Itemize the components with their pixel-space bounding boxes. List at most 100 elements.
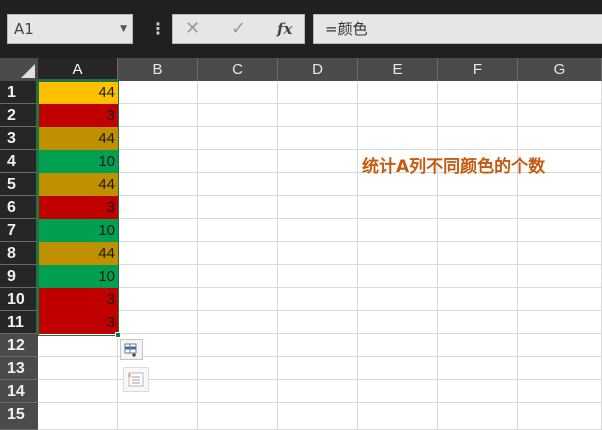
cell-a1[interactable]: 44 [38,81,118,104]
chevron-down-icon[interactable]: ▼ [120,15,127,43]
cell[interactable] [358,127,438,150]
cell[interactable] [518,127,602,150]
cell[interactable] [118,81,198,104]
quick-analysis-icon[interactable] [120,339,143,360]
cell[interactable] [118,150,198,173]
cell-a5[interactable]: 44 [38,173,118,196]
cancel-icon[interactable]: ✕ [185,15,200,43]
cell[interactable] [518,311,602,334]
cell[interactable] [118,288,198,311]
cell[interactable] [438,357,518,380]
cell[interactable] [198,288,278,311]
cell[interactable] [438,311,518,334]
cell[interactable] [118,196,198,219]
cell[interactable] [438,127,518,150]
cell-a6[interactable]: 3 [38,196,118,219]
cell[interactable] [278,150,358,173]
cell[interactable] [278,288,358,311]
cell[interactable] [358,357,438,380]
cell[interactable] [438,265,518,288]
select-all-button[interactable] [0,58,38,81]
cell[interactable] [198,357,278,380]
cell[interactable] [278,265,358,288]
row-header[interactable]: 12 [0,334,38,357]
cell[interactable] [278,196,358,219]
cell[interactable] [118,265,198,288]
cell[interactable] [278,81,358,104]
cell[interactable] [518,81,602,104]
cell[interactable] [358,288,438,311]
cell-a4[interactable]: 10 [38,150,118,173]
cell[interactable] [438,288,518,311]
row-header[interactable]: 1 [0,81,38,104]
insert-function-icon[interactable]: fx [277,15,292,43]
paste-options-icon[interactable] [123,367,149,392]
cell-a3[interactable]: 44 [38,127,118,150]
cell[interactable] [278,357,358,380]
cell[interactable] [518,219,602,242]
column-header-c[interactable]: C [198,58,278,81]
cell[interactable] [358,219,438,242]
cell[interactable] [198,242,278,265]
row-header[interactable]: 2 [0,104,38,127]
column-header-a[interactable]: A [38,58,118,81]
cell-a2[interactable]: 3 [38,104,118,127]
cell-a7[interactable]: 10 [38,219,118,242]
cell[interactable] [358,242,438,265]
row-header[interactable]: 6 [0,196,38,219]
cell[interactable] [518,380,602,403]
row-header[interactable]: 5 [0,173,38,196]
cell-a11[interactable]: 3 [38,311,118,334]
cell[interactable] [518,357,602,380]
cell[interactable] [438,196,518,219]
cell[interactable] [198,104,278,127]
cell[interactable] [518,196,602,219]
cell[interactable] [358,311,438,334]
cell[interactable] [278,127,358,150]
cell-a14[interactable] [38,380,118,403]
cell[interactable] [278,104,358,127]
cell-a12[interactable] [38,334,118,357]
cell[interactable] [438,104,518,127]
cell[interactable] [278,219,358,242]
cell[interactable] [118,403,198,430]
row-header[interactable]: 13 [0,357,38,380]
cell[interactable] [358,81,438,104]
row-header[interactable]: 15 [0,403,38,430]
cell[interactable] [518,403,602,430]
cell[interactable] [278,311,358,334]
cell-a8[interactable]: 44 [38,242,118,265]
cell[interactable] [438,380,518,403]
cell[interactable] [118,173,198,196]
cell-a10[interactable]: 3 [38,288,118,311]
cell[interactable] [198,380,278,403]
fill-handle[interactable] [115,332,121,338]
cell[interactable] [118,104,198,127]
cell[interactable] [518,288,602,311]
row-header[interactable]: 8 [0,242,38,265]
cell[interactable] [438,81,518,104]
cell[interactable] [358,380,438,403]
column-header-e[interactable]: E [358,58,438,81]
name-box[interactable]: A1 ▼ [7,14,133,44]
row-header[interactable]: 7 [0,219,38,242]
cell-a15[interactable] [38,403,118,430]
cell[interactable] [198,311,278,334]
cell[interactable] [278,380,358,403]
cell[interactable] [358,104,438,127]
cell[interactable] [118,311,198,334]
column-header-b[interactable]: B [118,58,198,81]
cell[interactable] [518,334,602,357]
cell[interactable] [118,242,198,265]
cell[interactable] [518,242,602,265]
row-header[interactable]: 10 [0,288,38,311]
cell[interactable] [358,334,438,357]
cell[interactable] [198,219,278,242]
more-options-icon[interactable]: ⋮ [150,14,166,44]
cell[interactable] [198,127,278,150]
row-header[interactable]: 14 [0,380,38,403]
cell[interactable] [438,334,518,357]
cell[interactable] [278,242,358,265]
enter-icon[interactable]: ✓ [231,15,246,43]
column-header-d[interactable]: D [278,58,358,81]
